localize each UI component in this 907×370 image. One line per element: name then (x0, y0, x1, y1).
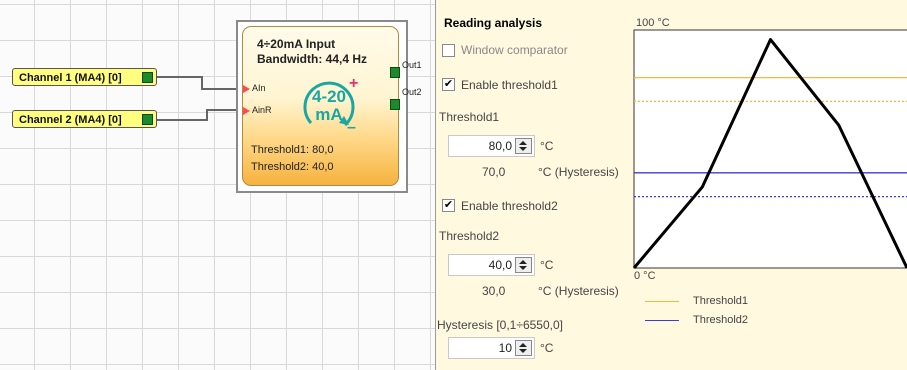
hysteresis-input[interactable]: 10 (448, 337, 535, 359)
threshold2-value: 40,0 (488, 258, 512, 272)
threshold-chart (632, 29, 907, 269)
input-label-ain: AIn (252, 83, 266, 93)
legend-threshold2-label: Threshold2 (693, 314, 749, 326)
channel-1-label: Channel 1 (MA4) [0] (19, 72, 122, 84)
output-port-out1[interactable] (390, 67, 400, 78)
block-threshold2: Threshold2: 40,0 (251, 161, 334, 173)
wire-channel-2 (157, 119, 207, 121)
legend-threshold1-swatch (645, 301, 679, 302)
threshold2-unit: °C (540, 258, 554, 272)
panel-title: Reading analysis (444, 16, 543, 30)
block-bandwidth: Bandwidth: 44,4 Hz (257, 52, 368, 66)
legend-threshold1-label: Threshold1 (693, 295, 749, 307)
threshold2-spinner-icon[interactable] (515, 257, 532, 273)
block-threshold1: Threshold1: 80,0 (251, 144, 334, 156)
channel-2-label: Channel 2 (MA4) [0] (19, 114, 122, 126)
analog-4-20ma-icon: 4-20 mA + – (303, 75, 358, 135)
output-port-out2[interactable] (390, 99, 400, 110)
enable-threshold2-checkbox[interactable]: ✔ (442, 199, 455, 212)
svg-text:mA: mA (315, 105, 342, 124)
channel-1-output-port[interactable] (142, 72, 153, 83)
hysteresis-spinner-icon[interactable] (515, 340, 532, 356)
svg-text:4-20: 4-20 (312, 87, 346, 106)
threshold1-label: Threshold1 (439, 110, 500, 124)
enable-threshold2-label: Enable threshold2 (461, 199, 558, 213)
enable-threshold1-checkbox[interactable]: ✔ (442, 78, 455, 91)
legend-threshold2-swatch (645, 320, 679, 321)
threshold1-hysteresis-value: 70,0 (482, 165, 506, 179)
window-comparator-label: Window comparator (461, 43, 568, 57)
threshold2-hysteresis-unit: °C (Hysteresis) (538, 284, 619, 298)
chart-plot-area (633, 29, 907, 269)
hysteresis-unit: °C (540, 341, 554, 355)
threshold1-spinner-icon[interactable] (515, 138, 532, 154)
threshold2-label: Threshold2 (439, 229, 500, 243)
window-comparator-checkbox[interactable] (442, 44, 455, 57)
threshold1-value: 80,0 (488, 139, 512, 153)
hysteresis-label: Hysteresis [0,1÷6550,0] (437, 318, 563, 332)
threshold2-input[interactable]: 40,0 (448, 254, 535, 276)
input-port-ain[interactable] (243, 85, 250, 93)
svg-text:+: + (349, 75, 358, 92)
analog-input-block[interactable]: 4÷20mA Input Bandwidth: 44,4 Hz AIn AinR… (242, 26, 399, 186)
threshold1-hysteresis-unit: °C (Hysteresis) (538, 165, 619, 179)
input-port-ainr[interactable] (243, 107, 250, 115)
svg-text:–: – (347, 119, 356, 135)
block-title: 4÷20mA Input (257, 37, 336, 51)
threshold1-input[interactable]: 80,0 (448, 135, 535, 157)
input-label-ainr: AinR (252, 105, 272, 115)
output-label-out1: Out1 (402, 60, 422, 70)
output-label-out2: Out2 (402, 87, 422, 97)
threshold1-unit: °C (540, 139, 554, 153)
threshold2-hysteresis-value: 30,0 (482, 284, 506, 298)
channel-2-block[interactable]: Channel 2 (MA4) [0] (12, 110, 157, 128)
wire-channel-1 (157, 76, 202, 78)
enable-threshold1-label: Enable threshold1 (461, 78, 558, 92)
channel-2-output-port[interactable] (142, 114, 153, 125)
hysteresis-value: 10 (498, 341, 512, 355)
channel-1-block[interactable]: Channel 1 (MA4) [0] (12, 68, 157, 86)
